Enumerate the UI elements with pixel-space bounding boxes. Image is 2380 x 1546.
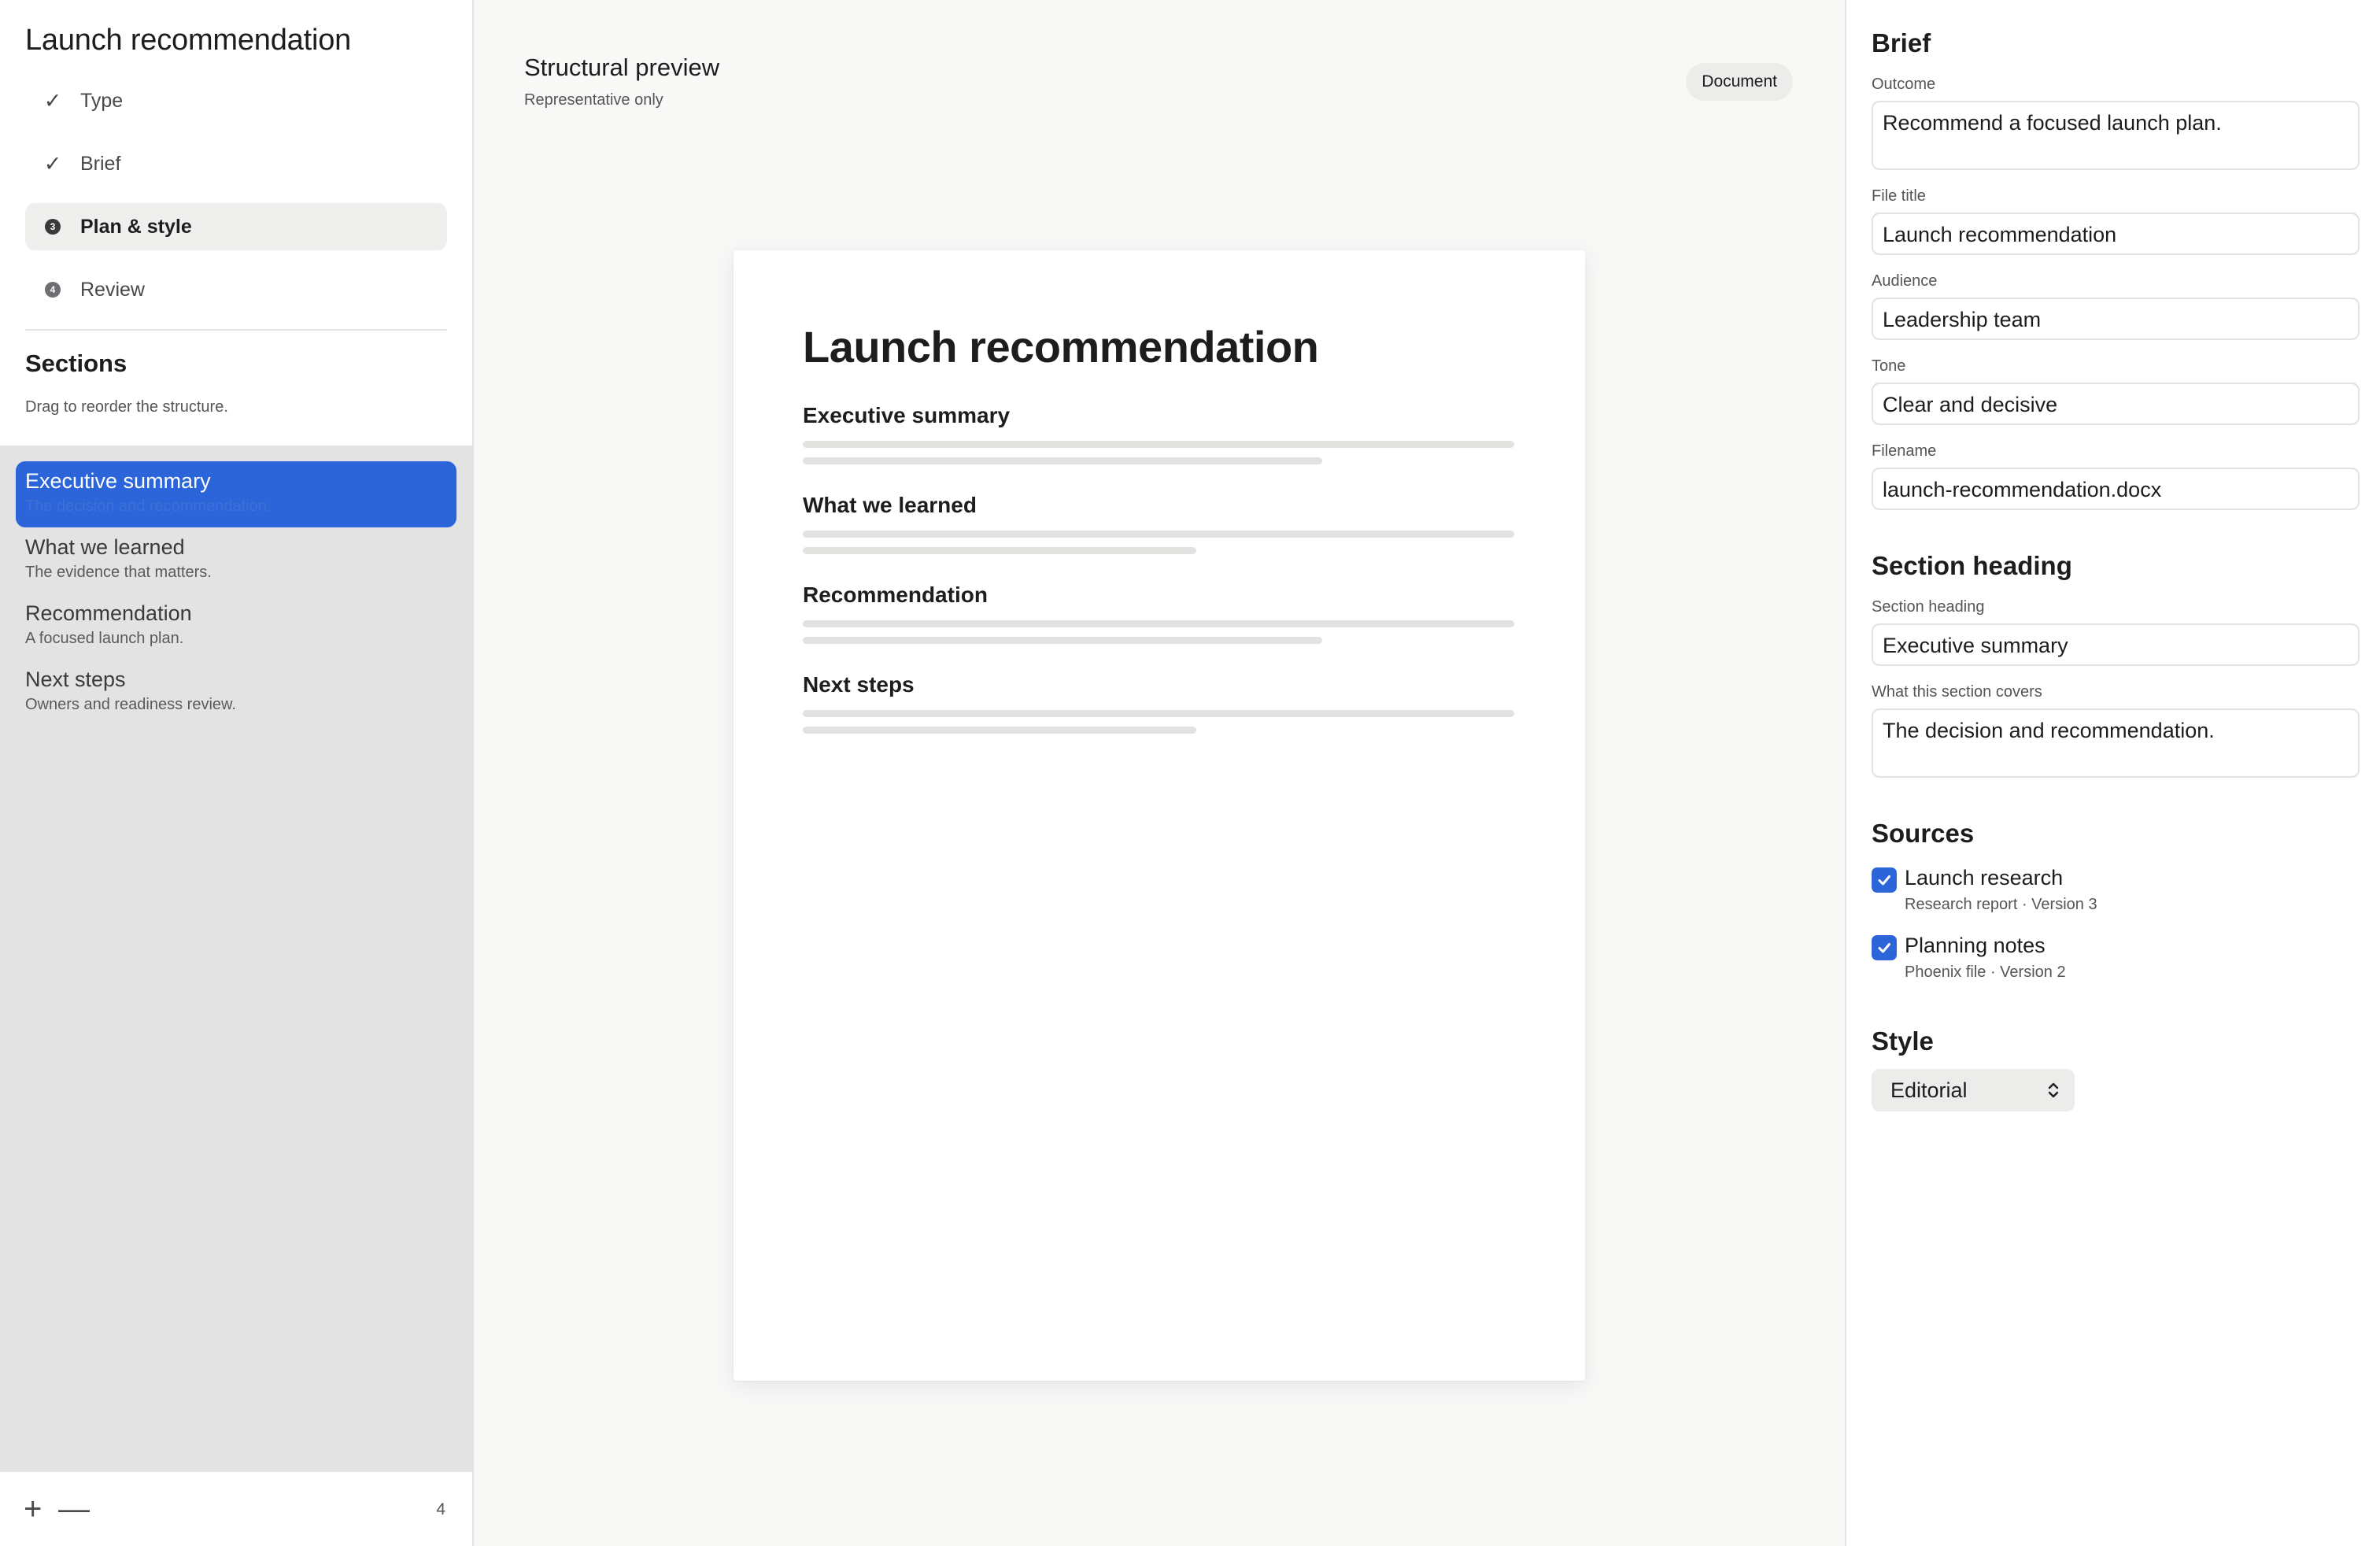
sections-hint: Drag to reorder the structure. [25,398,228,416]
divider [25,329,447,331]
outcome-label: Outcome [1872,76,1936,93]
preview-section: Recommendation [803,581,1514,644]
step-brief[interactable]: ✓ Brief [25,140,447,187]
step-number-icon: 3 [45,219,61,235]
preview-section: What we learned [803,491,1514,554]
step-number-icon: 4 [45,282,61,298]
file-title-field[interactable]: Launch recommendation [1872,213,2360,255]
style-select[interactable]: Editorial [1872,1069,2075,1111]
tone-label: Tone [1872,357,1906,375]
chevron-up-down-icon [2048,1082,2059,1098]
section-description: The decision and recommendation. [25,497,272,515]
step-plan-style[interactable]: 3 Plan & style [25,203,447,250]
preview-section-heading: Recommendation [803,583,988,607]
step-label: Review [80,278,145,301]
section-description: Owners and readiness review. [25,696,236,713]
sidebar: Launch recommendation ✓ Type ✓ Brief 3 P… [0,0,474,1546]
page-title: Launch recommendation [803,322,1319,372]
placeholder-line [803,620,1514,627]
section-item-next-steps[interactable]: Next steps Owners and readiness review. [16,660,456,726]
placeholder-line [803,457,1322,464]
document-type-badge: Document [1686,63,1793,101]
step-review[interactable]: 4 Review [25,266,447,313]
placeholder-line [803,637,1322,644]
placeholder-line [803,547,1196,554]
section-item-executive-summary[interactable]: Executive summary The decision and recom… [16,461,456,527]
section-name: What we learned [25,535,185,559]
preview-section-heading: Executive summary [803,403,1011,427]
source-name: Launch research [1905,866,2064,890]
section-description: A focused launch plan. [25,630,184,647]
file-title-label: File title [1872,187,1926,205]
sources-heading: Sources [1872,819,1975,848]
filename-label: Filename [1872,442,1937,460]
sections-heading: Sections [25,350,128,377]
section-list-footer: + — 4 [0,1470,472,1546]
source-name: Planning notes [1905,934,2046,957]
preview-section-heading: What we learned [803,493,977,517]
wizard-steps: ✓ Type ✓ Brief 3 Plan & style 4 Review [25,77,447,329]
source-meta: Phoenix file · Version 2 [1905,963,2066,981]
add-section-icon[interactable]: + [24,1489,42,1529]
preview-section: Executive summary [803,401,1514,464]
preview-pane: Structural preview Representative only D… [474,0,1845,1546]
inspector-panel: Brief Outcome Recommend a focused launch… [1845,0,2380,1546]
placeholder-line [803,727,1196,734]
section-description: The evidence that matters. [25,564,212,581]
placeholder-line [803,441,1514,448]
checkmark-icon: ✓ [43,88,62,113]
style-select-value: Editorial [1890,1078,1968,1102]
source-meta: Research report · Version 3 [1905,896,2097,913]
preview-section-heading: Next steps [803,672,915,697]
filename-field[interactable]: launch-recommendation.docx [1872,468,2360,510]
section-item-what-we-learned[interactable]: What we learned The evidence that matter… [16,527,456,594]
checkbox-checked-icon[interactable] [1872,935,1897,960]
checkmark-icon: ✓ [43,151,62,176]
placeholder-line [803,531,1514,538]
remove-section-icon[interactable]: — [58,1489,90,1529]
document-title: Launch recommendation [25,24,352,57]
style-heading: Style [1872,1026,1934,1056]
checkbox-checked-icon[interactable] [1872,867,1897,893]
section-covers-label: What this section covers [1872,683,2042,701]
section-name: Next steps [25,668,126,691]
preview-subtitle: Representative only [524,91,663,109]
placeholder-line [803,710,1514,717]
step-label: Brief [80,152,121,175]
section-name: Executive summary [25,469,211,493]
section-covers-field[interactable]: The decision and recommendation. [1872,708,2360,778]
audience-label: Audience [1872,272,1938,290]
document-page-preview: Launch recommendation Executive summary … [734,250,1585,1381]
step-label: Plan & style [80,215,192,238]
section-heading-field[interactable]: Executive summary [1872,623,2360,666]
preview-section: Next steps [803,671,1514,734]
section-count: 4 [436,1500,445,1518]
outcome-field[interactable]: Recommend a focused launch plan. [1872,101,2360,170]
section-heading-title: Section heading [1872,551,2072,580]
preview-title: Structural preview [524,54,720,81]
tone-field[interactable]: Clear and decisive [1872,383,2360,425]
section-name: Recommendation [25,601,192,625]
section-list: Executive summary The decision and recom… [0,446,472,1470]
step-label: Type [80,89,124,112]
step-type[interactable]: ✓ Type [25,77,447,124]
audience-field[interactable]: Leadership team [1872,298,2360,340]
section-heading-label: Section heading [1872,598,1985,616]
brief-heading: Brief [1872,28,1931,57]
section-item-recommendation[interactable]: Recommendation A focused launch plan. [16,594,456,660]
